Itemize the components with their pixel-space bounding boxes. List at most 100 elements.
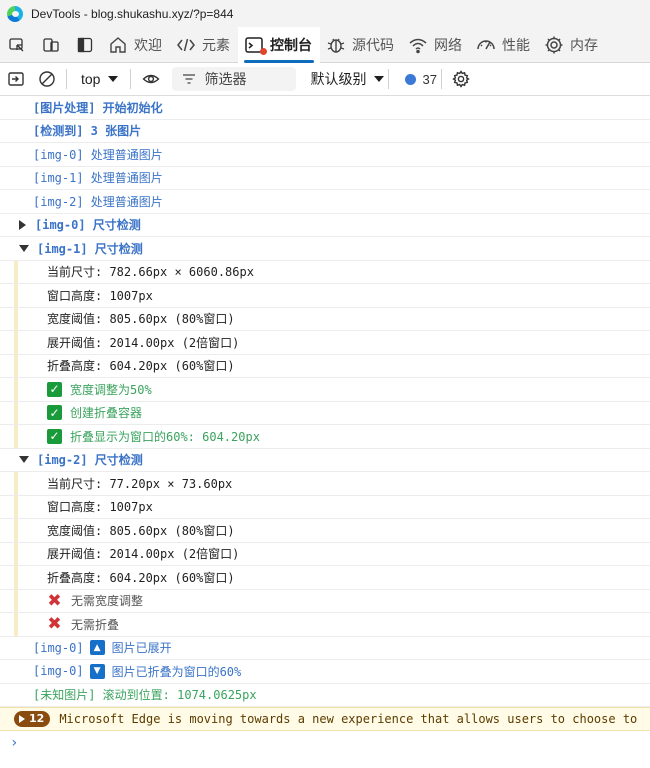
toolbar-divider: [388, 69, 390, 89]
log-text: 图片已展开: [111, 641, 172, 656]
context-selector[interactable]: top: [71, 71, 126, 87]
log-level-selector[interactable]: 默认级别: [310, 69, 385, 89]
up-triangle-icon: ▲: [89, 640, 105, 656]
console-error-dot: [260, 47, 267, 55]
log-prefix: [img-0]: [33, 664, 84, 679]
check-mark-icon: ✓: [47, 405, 62, 421]
tab-console[interactable]: 控制台: [238, 26, 320, 63]
memory-gear-icon: [545, 36, 563, 53]
log-text: 折叠显示为窗口的60%: 604.20px: [70, 429, 260, 444]
log-message: [img-0] ▲ 图片已展开: [0, 637, 650, 660]
cross-mark-icon: ✖: [47, 614, 62, 635]
collapse-arrow-icon[interactable]: [19, 244, 29, 252]
log-message: 展开阈值: 2014.00px (2倍窗口): [0, 331, 650, 355]
log-text: 展开阈值: 2014.00px (2倍窗口): [47, 547, 240, 562]
log-text: 宽度阈值: 805.60px (80%窗口): [47, 523, 235, 538]
log-text: [未知图片] 滚动到位置: 1074.0625px: [33, 688, 257, 703]
filter-input[interactable]: 筛选器: [172, 67, 297, 91]
expand-triangle-icon: [19, 714, 25, 723]
log-text: 折叠高度: 604.20px (60%窗口): [47, 570, 235, 585]
toggle-sidebar-button[interactable]: [0, 63, 31, 96]
toolbar-divider: [130, 69, 132, 89]
code-tags-icon: [177, 38, 195, 51]
clear-icon: [38, 71, 55, 87]
wifi-icon: [409, 38, 427, 53]
sidebar-toggle-icon: [7, 72, 24, 86]
gear-icon: [452, 70, 471, 88]
tab-memory-label: 内存: [570, 36, 598, 53]
log-text: 当前尺寸: 782.66px × 6060.86px: [47, 265, 254, 280]
tab-welcome[interactable]: 欢迎: [102, 27, 170, 63]
expand-arrow-icon[interactable]: [19, 219, 26, 230]
console-settings-button[interactable]: [446, 63, 477, 96]
log-message: [img-0] ▼ 图片已折叠为窗口的60%: [0, 660, 650, 684]
console-prompt[interactable]: ›: [0, 731, 650, 755]
tab-elements[interactable]: 元素: [170, 27, 238, 63]
live-expression-button[interactable]: [135, 63, 166, 96]
log-message: 窗口高度: 1007px: [0, 284, 650, 308]
chevron-down-icon: [374, 76, 385, 82]
log-message: [img-0] 处理普通图片: [0, 143, 650, 167]
log-text: 展开阈值: 2014.00px (2倍窗口): [47, 335, 240, 350]
log-text: [图片处理] 开始初始化: [33, 100, 163, 115]
tab-network-label: 网络: [434, 36, 462, 53]
log-message: 折叠高度: 604.20px (60%窗口): [0, 354, 650, 378]
toolbar-divider: [66, 69, 67, 89]
log-message: 宽度阈值: 805.60px (80%窗口): [0, 307, 650, 331]
bug-icon: [327, 38, 345, 53]
log-text: [img-2] 处理普通图片: [33, 194, 163, 209]
log-level-value: 默认级别: [310, 71, 367, 87]
tab-elements-label: 元素: [202, 36, 230, 53]
warning-message[interactable]: 12 Microsoft Edge is moving towards a ne…: [0, 707, 650, 731]
devtools-tab-bar: 欢迎 元素 控制台 源代码 网络 性能 内存: [0, 26, 650, 63]
filter-placeholder: 筛选器: [204, 71, 247, 87]
log-text: 创建折叠容器: [70, 406, 143, 421]
log-text: 宽度调整为50%: [70, 382, 152, 397]
log-message: [未知图片] 滚动到位置: 1074.0625px: [0, 684, 650, 707]
tab-network[interactable]: 网络: [402, 27, 470, 63]
edge-logo-icon: [7, 5, 23, 22]
tab-memory[interactable]: 内存: [538, 27, 606, 63]
collapse-arrow-icon[interactable]: [19, 456, 29, 464]
log-text: 图片已折叠为窗口的60%: [111, 664, 242, 679]
toolbar-divider: [440, 69, 442, 89]
tab-performance[interactable]: 性能: [470, 27, 538, 63]
log-text: [检测到] 3 张图片: [33, 124, 142, 139]
log-group-expanded[interactable]: [img-2] 尺寸检测: [0, 449, 650, 472]
log-message: [图片处理] 开始初始化: [0, 96, 650, 120]
log-text: 当前尺寸: 77.20px × 73.60px: [47, 476, 233, 491]
log-text: 窗口高度: 1007px: [47, 288, 153, 303]
window-title: DevTools - blog.shukashu.xyz/?p=844: [31, 6, 234, 21]
tab-performance-label: 性能: [502, 36, 530, 53]
log-group-title: [img-2] 尺寸检测: [37, 453, 143, 468]
log-group-expanded[interactable]: [img-1] 尺寸检测: [0, 237, 650, 261]
console-messages: [图片处理] 开始初始化 [检测到] 3 张图片 [img-0] 处理普通图片 …: [0, 96, 650, 755]
log-message: 当前尺寸: 782.66px × 6060.86px: [0, 260, 650, 284]
message-count-badge[interactable]: 37: [405, 72, 437, 87]
log-text: 无需宽度调整: [71, 594, 144, 609]
inspect-element-icon[interactable]: [0, 27, 34, 63]
device-emulation-icon[interactable]: [34, 27, 68, 63]
log-message: [检测到] 3 张图片: [0, 120, 650, 143]
tab-console-label: 控制台: [270, 36, 312, 53]
log-message: 宽度阈值: 805.60px (80%窗口): [0, 519, 650, 543]
home-icon: [110, 36, 126, 53]
dock-side-icon[interactable]: [68, 27, 102, 63]
log-message: ✓ 创建折叠容器: [0, 401, 650, 425]
tab-sources[interactable]: 源代码: [320, 27, 402, 63]
clear-console-button[interactable]: [31, 63, 62, 96]
warning-text: Microsoft Edge is moving towards a new e…: [59, 711, 638, 726]
context-selector-value: top: [81, 71, 101, 87]
log-group-collapsed[interactable]: [img-0] 尺寸检测: [0, 214, 650, 237]
log-message: ✖ 无需宽度调整: [0, 589, 650, 613]
log-message: [img-1] 处理普通图片: [0, 167, 650, 190]
log-group-title: [img-1] 尺寸检测: [37, 241, 143, 256]
log-text: 窗口高度: 1007px: [47, 500, 153, 515]
log-message: 窗口高度: 1007px: [0, 495, 650, 519]
tab-welcome-label: 欢迎: [134, 36, 162, 53]
log-text: [img-0] 处理普通图片: [33, 147, 163, 162]
warning-count-badge[interactable]: 12: [14, 710, 51, 727]
log-text: [img-1] 处理普通图片: [33, 171, 163, 186]
log-text: 折叠高度: 604.20px (60%窗口): [47, 359, 235, 374]
log-prefix: [img-0]: [33, 640, 84, 655]
